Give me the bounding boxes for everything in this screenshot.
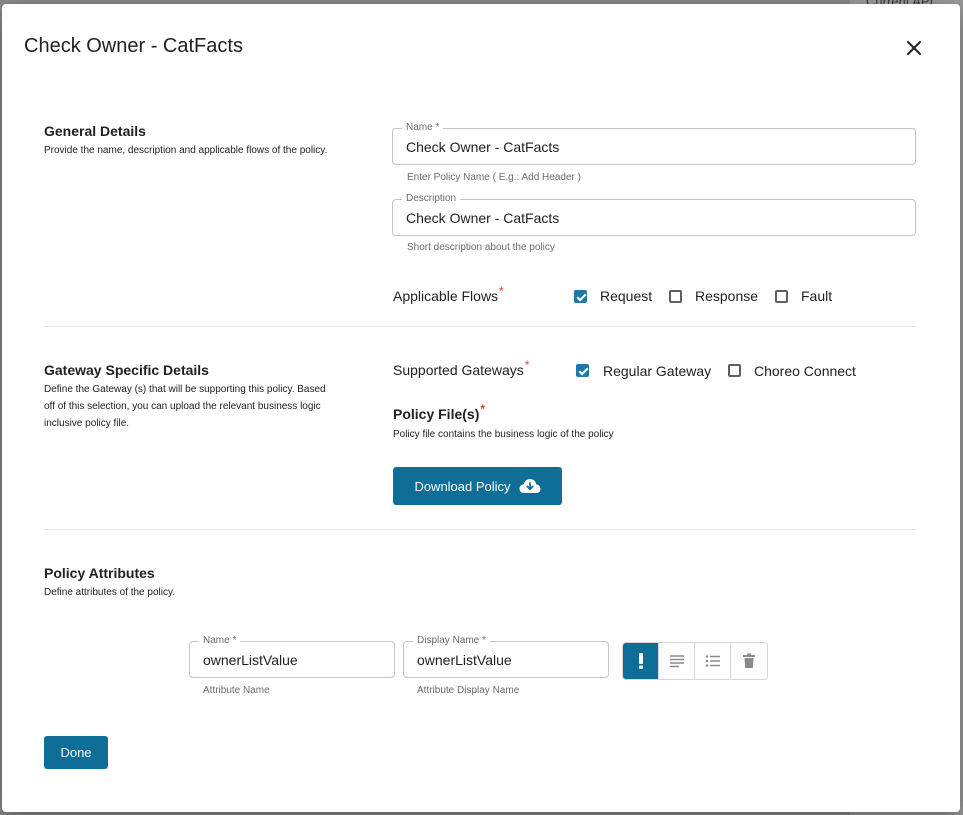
gateway-regular-checkbox[interactable] [576,364,589,377]
done-button[interactable]: Done [44,736,108,769]
value-list-button[interactable] [695,643,731,679]
required-mark: * [524,358,530,372]
gateway-desc-line: Define the Gateway (s) that will be supp… [44,384,326,395]
policy-name-value: Check Owner - CatFacts [406,139,560,155]
policy-dialog: Check Owner - CatFacts General Details P… [2,4,960,812]
list-icon [705,655,720,667]
policy-description-value: Check Owner - CatFacts [406,210,560,226]
flow-fault-label: Fault [801,288,833,304]
section-divider [44,326,916,327]
required-mark: * [499,284,504,298]
supported-gateways-label: Supported Gateways* [393,358,529,378]
flow-request-checkbox[interactable] [574,290,587,303]
attribute-display-name-helper: Attribute Display Name [417,685,520,696]
policy-files-desc: Policy file contains the business logic … [393,429,614,440]
gateway-regular-label: Regular Gateway [603,363,712,379]
attribute-name-value: ownerListValue [203,652,298,668]
gateway-details-desc: Define the Gateway (s) that will be supp… [44,381,326,432]
policy-description-field[interactable]: Description Check Owner - CatFacts [392,192,916,236]
applicable-flows-label: Applicable Flows* [393,284,504,304]
gateway-choreo-checkbox[interactable] [728,364,741,377]
applicable-flows-text: Applicable Flows [393,288,499,304]
attribute-name-helper: Attribute Name [203,685,270,696]
description-button[interactable] [659,643,695,679]
cloud-download-icon [519,479,541,493]
attribute-display-name-label: Display Name * [413,634,490,648]
delete-attribute-button[interactable] [731,643,767,679]
download-policy-button[interactable]: Download Policy [393,467,562,505]
policy-attributes-desc: Define attributes of the policy. [44,587,175,598]
policy-description-label: Description [402,192,461,206]
policy-attributes-title: Policy Attributes [44,565,155,581]
general-details-desc: Provide the name, description and applic… [44,145,328,156]
attribute-name-label: Name * [199,634,241,648]
notes-icon [669,655,684,668]
required-toggle-button[interactable] [623,643,659,679]
policy-files-text: Policy File(s) [393,406,480,422]
policy-name-helper: Enter Policy Name ( E.g.: Add Header ) [407,172,581,183]
gateway-desc-line: inclusive policy file. [44,418,130,429]
trash-icon [743,653,755,668]
exclamation-icon [638,653,643,669]
download-policy-label: Download Policy [414,478,511,494]
close-button[interactable] [902,36,926,60]
attribute-actions-toolbar [622,642,768,680]
attribute-name-field[interactable]: Name * ownerListValue [189,634,395,678]
policy-description-helper: Short description about the policy [407,242,555,253]
supported-gateways-text: Supported Gateways [393,362,524,378]
attribute-display-name-field[interactable]: Display Name * ownerListValue [403,634,609,678]
required-mark: * [480,402,486,416]
flow-response-label: Response [695,288,759,304]
section-divider [44,529,916,530]
gateway-choreo-label: Choreo Connect [754,363,856,379]
policy-name-field[interactable]: Name * Check Owner - CatFacts [392,121,916,165]
gateway-desc-line: off of this selection, you can upload th… [44,401,321,412]
dialog-title: Check Owner - CatFacts [24,35,243,57]
close-icon [907,41,921,55]
gateway-details-title: Gateway Specific Details [44,362,209,378]
flow-request-label: Request [600,288,653,304]
attribute-display-name-value: ownerListValue [417,652,512,668]
general-details-title: General Details [44,123,146,139]
flow-response-checkbox[interactable] [669,290,682,303]
policy-name-label: Name * [402,121,444,135]
flow-fault-checkbox[interactable] [775,290,788,303]
policy-files-title: Policy File(s)* [393,402,485,422]
